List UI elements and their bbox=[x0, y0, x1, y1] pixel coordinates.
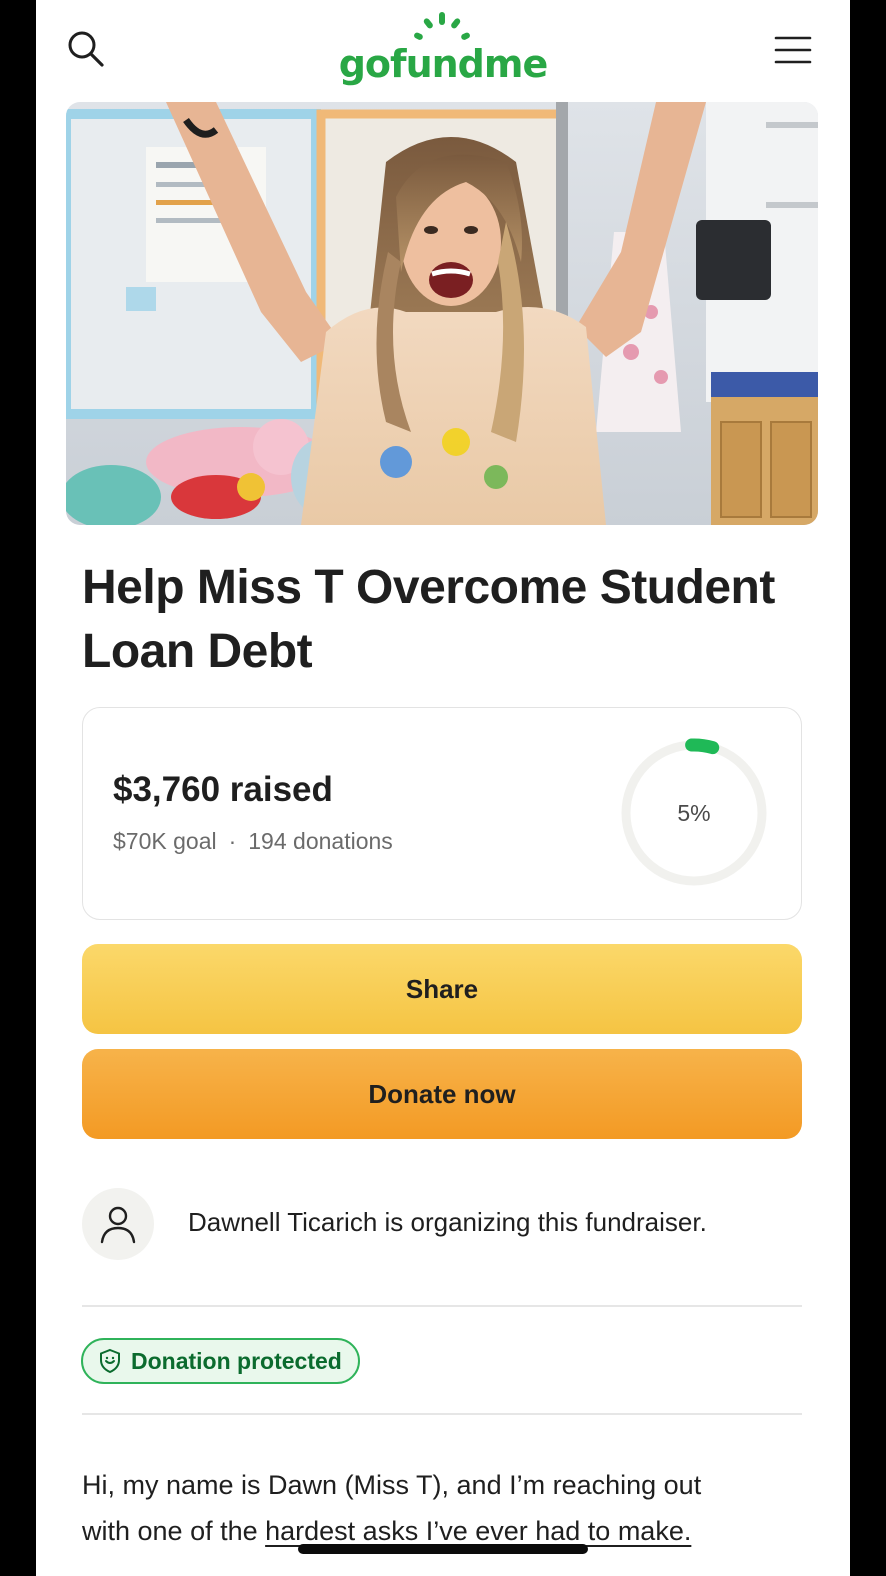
hero-photo bbox=[66, 102, 818, 525]
campaign-hero-image[interactable] bbox=[66, 102, 818, 525]
donate-now-button[interactable]: Donate now bbox=[82, 1049, 802, 1139]
sun-rays-icon bbox=[414, 12, 470, 40]
separator-dot: · bbox=[228, 828, 237, 854]
home-indicator[interactable] bbox=[298, 1544, 588, 1554]
goal-summary: $70K goal · 194 donations bbox=[113, 828, 393, 855]
section-divider bbox=[82, 1305, 802, 1307]
story-text: with one of the bbox=[82, 1516, 266, 1546]
story-underlined-text: hardest asks I’ve ever had to make. bbox=[265, 1516, 692, 1546]
shield-icon bbox=[100, 1348, 120, 1374]
menu-button[interactable] bbox=[768, 28, 816, 72]
organizer-avatar[interactable] bbox=[82, 1188, 154, 1260]
campaign-story: Hi, my name is Dawn (Miss T), and I’m re… bbox=[82, 1462, 812, 1554]
goal-amount: $70K goal bbox=[113, 828, 217, 854]
amount-raised: $3,760 raised bbox=[113, 770, 333, 809]
story-line: Hi, my name is Dawn (Miss T), and I’m re… bbox=[82, 1470, 702, 1500]
top-bar: gofundme bbox=[36, 0, 850, 100]
user-icon bbox=[100, 1206, 136, 1244]
donation-protected-badge[interactable]: Donation protected bbox=[81, 1338, 360, 1384]
badge-label: Donation protected bbox=[131, 1347, 342, 1374]
logo-wordmark: gofundme bbox=[338, 42, 549, 86]
search-button[interactable] bbox=[62, 26, 110, 74]
campaign-title: Help Miss T Overcome Student Loan Debt bbox=[82, 561, 775, 678]
organizer-text: Dawnell Ticarich is organizing this fund… bbox=[188, 1207, 707, 1237]
progress-card: $3,760 raised $70K goal · 194 donations 5% bbox=[82, 707, 802, 920]
section-divider bbox=[82, 1413, 802, 1415]
hamburger-menu-icon bbox=[774, 36, 812, 64]
search-icon bbox=[68, 31, 104, 67]
fundraiser-page: gofundme Help Miss T Overcome Student Lo… bbox=[36, 0, 850, 1576]
share-button[interactable]: Share bbox=[82, 944, 802, 1034]
gofundme-logo[interactable]: gofundme bbox=[336, 10, 550, 90]
progress-percent: 5% bbox=[677, 800, 711, 826]
donation-count: 194 donations bbox=[248, 828, 393, 854]
